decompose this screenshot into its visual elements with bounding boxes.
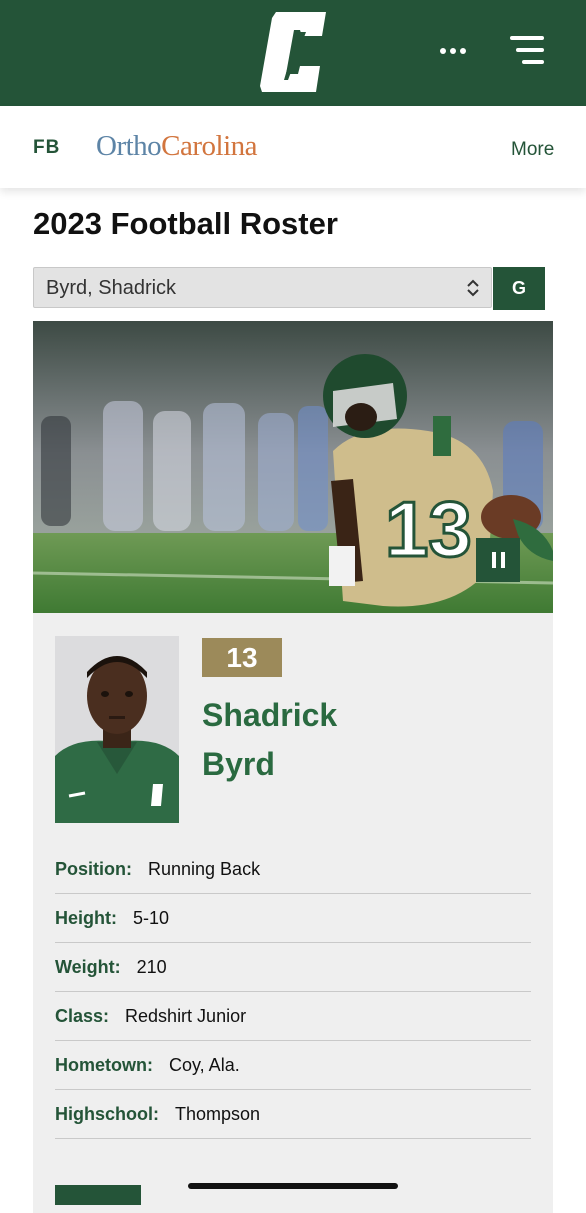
select-chevrons-icon (467, 279, 479, 297)
pause-icon (491, 552, 496, 568)
hero-jersey-number: 13 (385, 485, 472, 573)
info-value: Coy, Ala. (169, 1054, 240, 1075)
go-button[interactable]: G (493, 267, 545, 310)
sponsor-logo-part1: Ortho (96, 130, 162, 162)
pause-button[interactable] (476, 538, 520, 582)
info-row-class: Class: Redshirt Junior (55, 992, 531, 1041)
info-row-highschool: Highschool: Thompson (55, 1090, 531, 1139)
info-row-hometown: Hometown: Coy, Ala. (55, 1041, 531, 1090)
sponsor-logo-part2: Carolina (161, 130, 258, 162)
secondary-nav (0, 106, 586, 188)
bio-button[interactable] (55, 1185, 141, 1205)
info-label: Highschool: (55, 1103, 159, 1124)
roster-select-value: Byrd, Shadrick (46, 277, 177, 299)
info-row-position: Position: Running Back (55, 845, 531, 894)
pause-icon-bar (500, 552, 505, 568)
player-headshot (55, 636, 179, 823)
info-label: Height: (55, 907, 117, 928)
hamburger-menu-icon[interactable] (510, 36, 544, 66)
top-header-bar (0, 0, 586, 106)
hero-photo-illustration: 13 (33, 321, 553, 613)
more-link[interactable]: More (511, 139, 554, 161)
info-label: Hometown: (55, 1054, 153, 1075)
headshot-illustration (55, 636, 179, 823)
info-value: 5-10 (133, 907, 170, 928)
player-last-name: Byrd (202, 746, 275, 782)
roster-select[interactable]: Byrd, Shadrick (33, 267, 492, 308)
hero-action-photo: 13 (33, 321, 553, 613)
info-label: Class: (55, 1005, 110, 1026)
ellipsis-icon[interactable] (440, 44, 470, 58)
charlotte-c-logo-icon[interactable] (258, 10, 328, 94)
info-row-weight: Weight: 210 (55, 943, 531, 992)
player-first-name: Shadrick (202, 697, 338, 733)
info-value: Thompson (175, 1103, 261, 1124)
sponsor-logo[interactable]: OrthoCarolina (96, 130, 258, 163)
sport-label[interactable]: FB (33, 137, 60, 159)
info-label: Weight: (55, 956, 121, 977)
player-number-badge: 13 (202, 638, 282, 677)
info-value: 210 (136, 956, 167, 977)
info-value: Running Back (148, 858, 261, 879)
info-label: Position: (55, 858, 132, 879)
page-title: 2023 Football Roster (33, 206, 338, 241)
home-indicator[interactable] (188, 1183, 398, 1189)
info-value: Redshirt Junior (125, 1005, 247, 1026)
info-row-height: Height: 5-10 (55, 894, 531, 943)
